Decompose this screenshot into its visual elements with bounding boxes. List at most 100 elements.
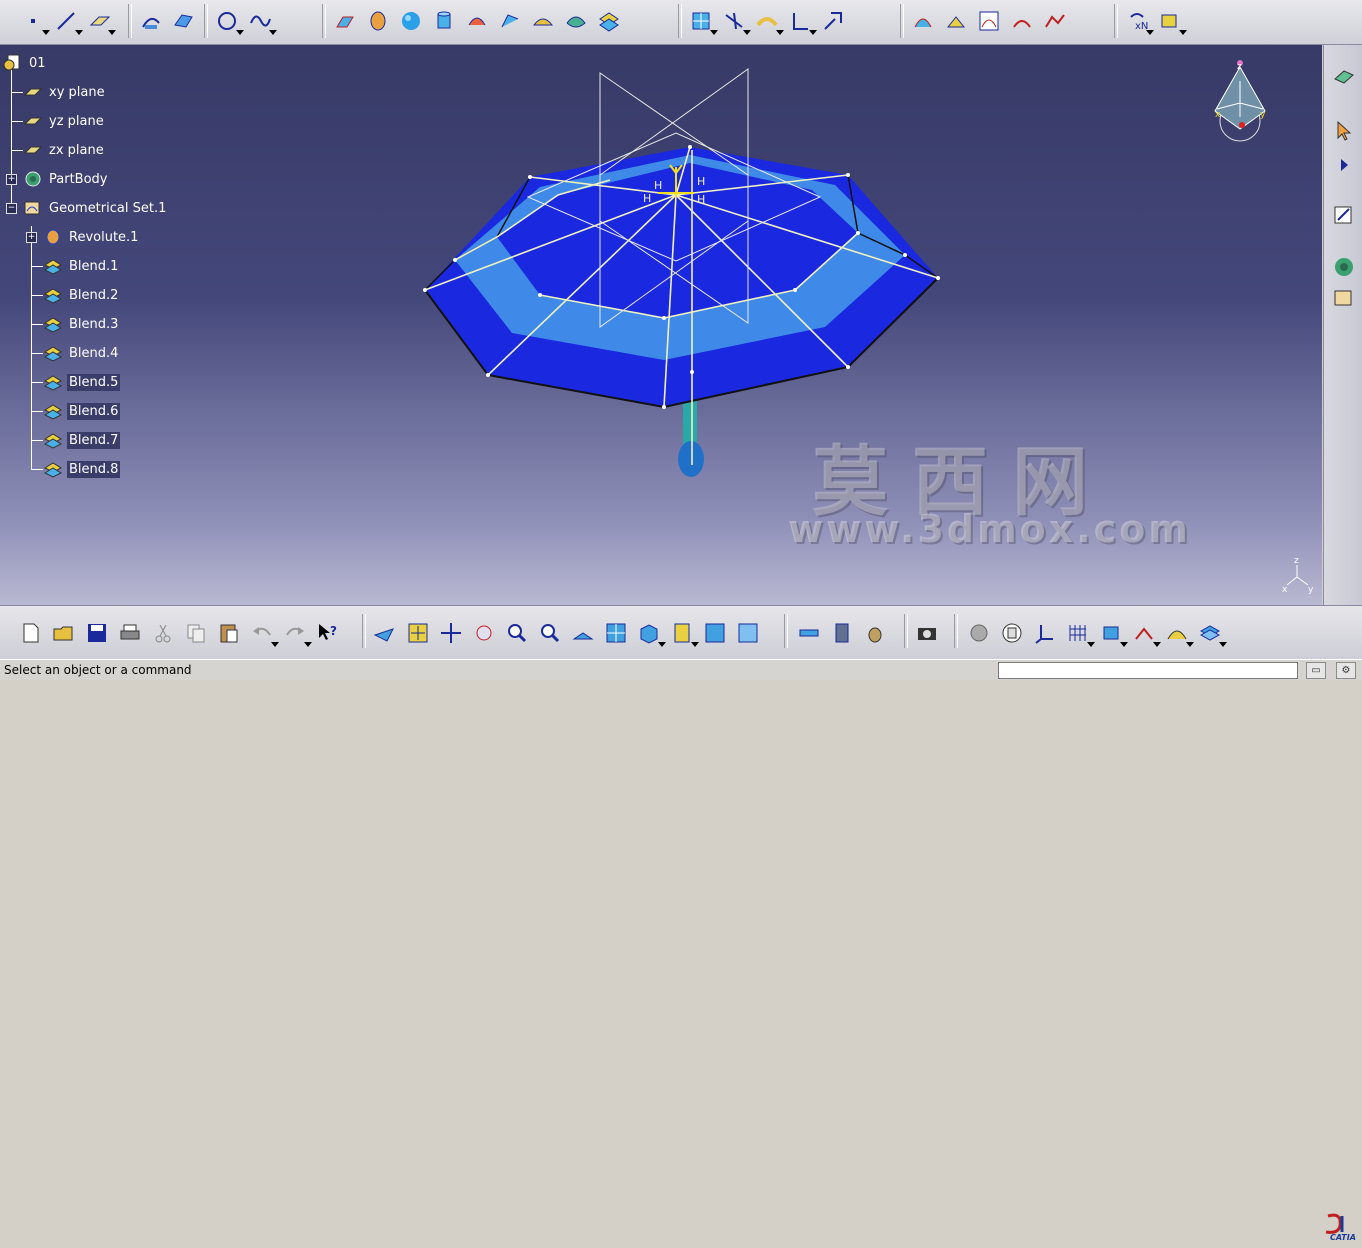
- insert-geometrical-set-button[interactable]: [1330, 285, 1358, 313]
- sketch-button[interactable]: [1330, 63, 1358, 91]
- undo-button[interactable]: [247, 618, 279, 648]
- revolve-button[interactable]: [363, 6, 393, 36]
- manipulate-button[interactable]: [997, 618, 1027, 648]
- cylinder-button[interactable]: [429, 6, 459, 36]
- axis-system-button[interactable]: [1030, 618, 1060, 648]
- toolbar-analysis-group: [908, 4, 1073, 38]
- paste-button[interactable]: [214, 618, 244, 648]
- print-button[interactable]: [115, 618, 145, 648]
- save-button[interactable]: [82, 618, 112, 648]
- blend-button[interactable]: [594, 6, 624, 36]
- apply-material-button[interactable]: [1195, 618, 1227, 648]
- zoom-out-button[interactable]: [535, 618, 565, 648]
- copy-button[interactable]: [181, 618, 211, 648]
- command-input[interactable]: [998, 662, 1298, 679]
- geometrical-set-icon: [1334, 290, 1352, 306]
- tree-item-blend-3[interactable]: Blend.3: [43, 314, 120, 334]
- status-settings-button[interactable]: ⚙: [1336, 662, 1356, 679]
- update-all-button[interactable]: [964, 618, 994, 648]
- 3d-viewport[interactable]: 莫西网 www.3dmox.com H H H H z x y z x y 01…: [0, 45, 1322, 605]
- tree-item-blend-2[interactable]: Blend.2: [43, 285, 120, 305]
- curvature-analysis-button[interactable]: [974, 6, 1004, 36]
- insert-body-button[interactable]: [1330, 253, 1358, 281]
- snap-button[interactable]: [1129, 618, 1161, 648]
- partbody-expander[interactable]: +: [6, 174, 17, 185]
- join-button[interactable]: [686, 6, 718, 36]
- point-button[interactable]: [18, 6, 50, 36]
- split-button[interactable]: [719, 6, 751, 36]
- tree-root[interactable]: 01: [3, 53, 48, 73]
- normal-view-button[interactable]: [568, 618, 598, 648]
- spline-button[interactable]: [245, 6, 277, 36]
- open-button[interactable]: [49, 618, 79, 648]
- tree-item-blend-1[interactable]: Blend.1: [43, 256, 120, 276]
- sketcher-button[interactable]: [1330, 201, 1358, 229]
- knowledge-button[interactable]: [1155, 6, 1187, 36]
- select-button[interactable]: [1330, 117, 1358, 145]
- draft-analysis-button[interactable]: [941, 6, 971, 36]
- status-panel-button[interactable]: ▭: [1306, 662, 1326, 679]
- multisections-button[interactable]: [561, 6, 591, 36]
- fillet-button[interactable]: [785, 6, 817, 36]
- tree-item-partbody[interactable]: PartBody: [23, 169, 109, 189]
- fit-all-button[interactable]: [403, 618, 433, 648]
- rotate-button[interactable]: [469, 618, 499, 648]
- hide-show-button[interactable]: [700, 618, 730, 648]
- offset-icon: [468, 17, 486, 26]
- mapping-button[interactable]: [1040, 6, 1070, 36]
- plane-button[interactable]: [84, 6, 116, 36]
- multi-view-button[interactable]: [601, 618, 631, 648]
- tree-item-blend-5[interactable]: Blend.5: [43, 372, 121, 392]
- iso-view-button[interactable]: [634, 618, 666, 648]
- part-icon: [3, 54, 20, 71]
- compass-widget[interactable]: z x y: [1214, 60, 1266, 142]
- tree-item-yz-plane[interactable]: yz plane: [23, 111, 106, 131]
- fill-button[interactable]: [528, 6, 558, 36]
- swap-space-button[interactable]: [733, 618, 763, 648]
- cut-button[interactable]: [148, 618, 178, 648]
- redo-button[interactable]: [280, 618, 312, 648]
- zoom-in-button[interactable]: [502, 618, 532, 648]
- blend-icon: [43, 462, 63, 478]
- measure-item-button[interactable]: [827, 618, 857, 648]
- shading-button[interactable]: [667, 618, 699, 648]
- fly-mode-button[interactable]: [370, 618, 400, 648]
- tree-item-revolute[interactable]: Revolute.1: [43, 227, 140, 247]
- new-button[interactable]: [16, 618, 46, 648]
- revolute-expander[interactable]: +: [26, 232, 37, 243]
- circle-button[interactable]: [212, 6, 244, 36]
- sweep-icon: [501, 14, 519, 28]
- update-button[interactable]: xN: [1122, 6, 1154, 36]
- work-support-button[interactable]: [1096, 618, 1128, 648]
- tree-item-geometrical-set[interactable]: Geometrical Set.1: [23, 198, 168, 218]
- sweep-button[interactable]: [495, 6, 525, 36]
- tree-item-label: yz plane: [49, 113, 104, 129]
- grid-button[interactable]: [1063, 618, 1095, 648]
- extract-button[interactable]: [752, 6, 784, 36]
- tree-item-blend-6[interactable]: Blend.6: [43, 401, 121, 421]
- capture-button[interactable]: [912, 618, 942, 648]
- line-button[interactable]: [51, 6, 83, 36]
- sphere-button[interactable]: [396, 6, 426, 36]
- pencil-icon: [1334, 206, 1352, 224]
- measure-between-button[interactable]: [794, 618, 824, 648]
- expand-toolbar-button[interactable]: [1330, 151, 1358, 179]
- measure-inertia-button[interactable]: [860, 618, 890, 648]
- pan-button[interactable]: [436, 618, 466, 648]
- tree-item-blend-4[interactable]: Blend.4: [43, 343, 120, 363]
- translate-button[interactable]: [818, 6, 848, 36]
- offset-button[interactable]: [462, 6, 492, 36]
- tree-item-zx-plane[interactable]: zx plane: [23, 140, 106, 160]
- connect-checker-button[interactable]: [908, 6, 938, 36]
- extrude-button[interactable]: [330, 6, 360, 36]
- cursor-icon: [1337, 120, 1352, 141]
- catalog-button[interactable]: [1162, 618, 1194, 648]
- projection-button[interactable]: [136, 6, 166, 36]
- tree-item-blend-8[interactable]: Blend.8: [43, 459, 121, 479]
- porcupine-button[interactable]: [1007, 6, 1037, 36]
- whats-this-button[interactable]: ?: [313, 618, 343, 648]
- intersection-button[interactable]: [169, 6, 199, 36]
- tree-item-blend-7[interactable]: Blend.7: [43, 430, 121, 450]
- tree-item-xy-plane[interactable]: xy plane: [23, 82, 107, 102]
- geometrical-set-expander[interactable]: −: [6, 203, 17, 214]
